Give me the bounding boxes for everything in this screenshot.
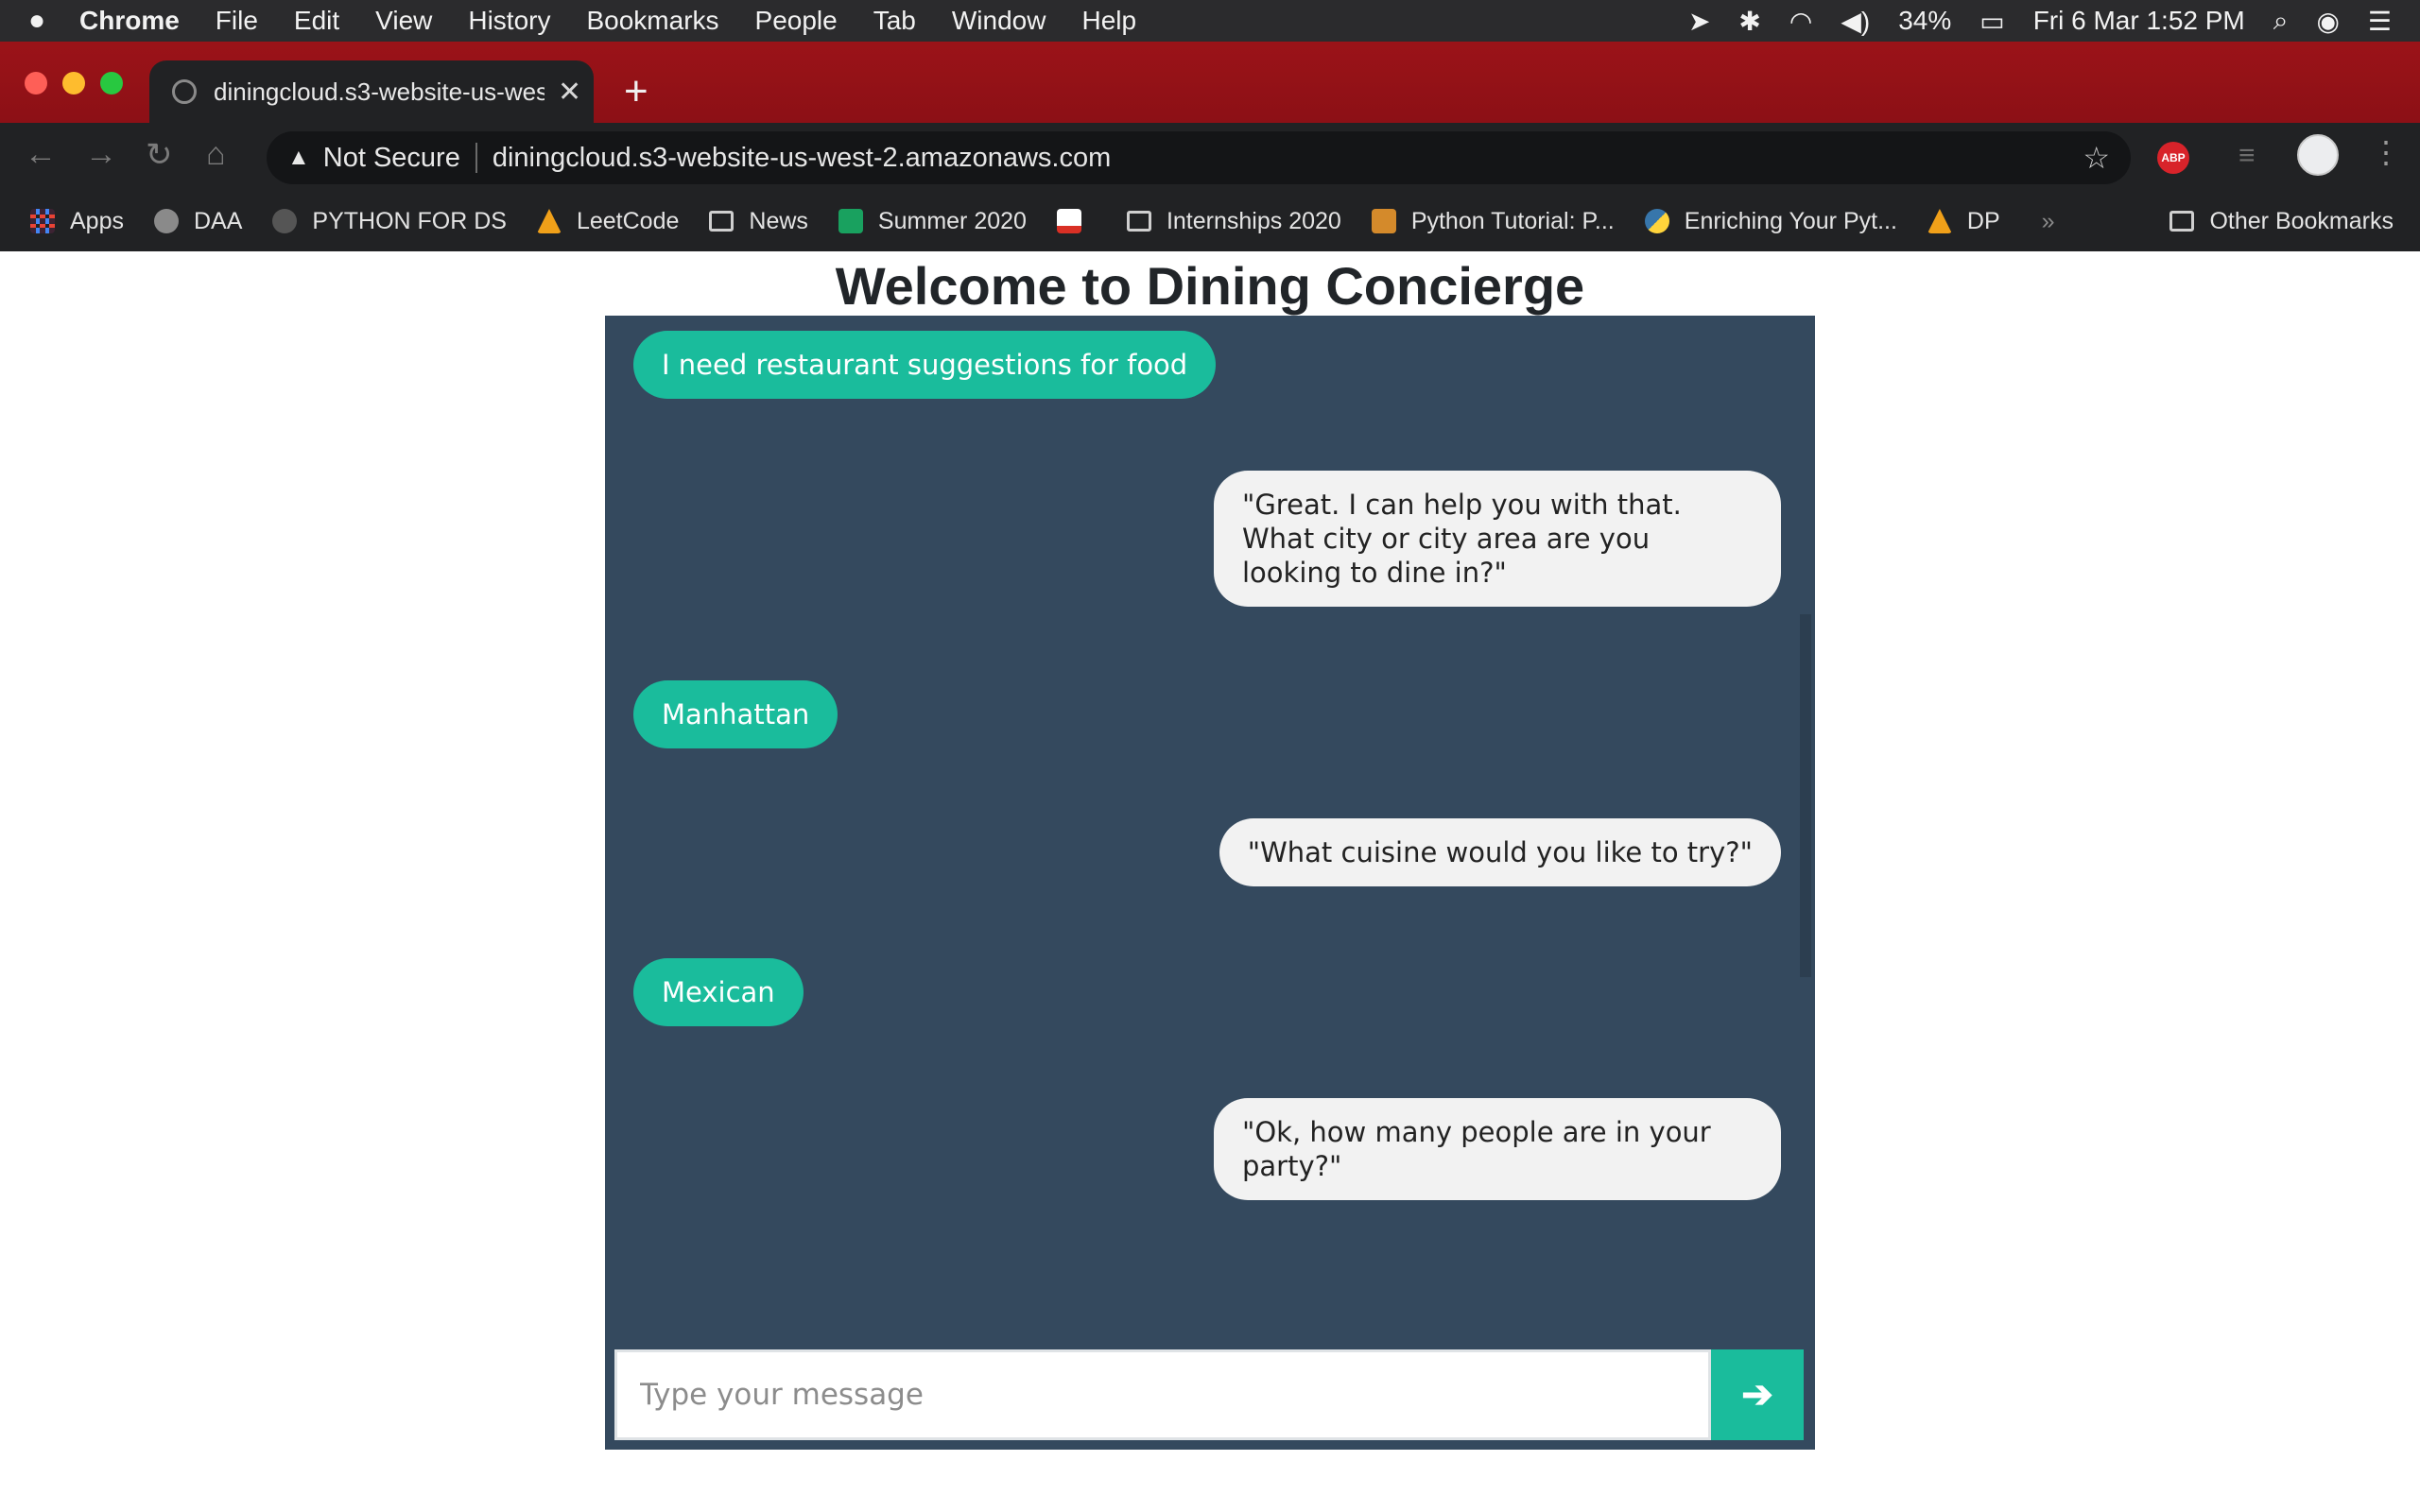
bookmark-label: DP <box>1966 207 2000 234</box>
address-bar[interactable]: ▲ Not Secure diningcloud.s3-website-us-w… <box>267 131 2131 184</box>
globe-icon <box>172 79 197 104</box>
location-icon[interactable]: ➤ <box>1688 6 1710 37</box>
browser-toolbar: ← → ↻ ⌂ ▲ Not Secure diningcloud.s3-webs… <box>0 123 2420 191</box>
notification-center-icon[interactable]: ☰ <box>2368 6 2392 37</box>
leetcode-icon <box>1927 209 1952 233</box>
globe-icon <box>153 209 179 233</box>
tutorial-site-icon <box>1371 209 1396 233</box>
leetcode-icon <box>536 209 562 233</box>
python-icon <box>1644 209 1669 233</box>
user-message: Manhattan <box>633 680 838 748</box>
bookmark-label: PYTHON FOR DS <box>312 207 507 234</box>
bookmark-gmail[interactable] <box>1056 209 1097 233</box>
message-input[interactable] <box>614 1349 1711 1440</box>
chrome-menu-icon[interactable]: ⋮ <box>2371 134 2401 170</box>
send-button[interactable]: ➔ <box>1711 1349 1804 1440</box>
tab-title: diningcloud.s3-website-us-west-2 <box>214 77 544 106</box>
folder-icon <box>709 211 735 232</box>
warning-icon[interactable]: ▲ <box>287 145 310 171</box>
chat-window: I need restaurant suggestions for food "… <box>605 316 1815 1450</box>
folder-icon <box>2169 211 2195 232</box>
bookmark-apps[interactable]: Apps <box>30 208 124 235</box>
url-text[interactable]: diningcloud.s3-website-us-west-2.amazona… <box>493 143 1111 174</box>
forward-arrow-icon[interactable]: → <box>85 136 117 173</box>
reload-icon[interactable]: ↻ <box>146 136 173 174</box>
battery-percent[interactable]: 34% <box>1898 6 1951 36</box>
address-divider <box>475 143 477 173</box>
bookmark-daa[interactable]: DAA <box>153 207 243 235</box>
bookmark-label: Internships 2020 <box>1166 207 1341 234</box>
user-message: Mexican <box>633 958 804 1026</box>
gmail-icon <box>1056 209 1081 233</box>
bookmark-news[interactable]: News <box>709 208 808 235</box>
volume-icon[interactable]: ◀) <box>1841 6 1870 37</box>
wifi-icon[interactable]: ◠ <box>1789 6 1812 37</box>
browser-tab-strip: diningcloud.s3-website-us-west-2 ✕ + <box>0 42 2420 123</box>
bookmark-label: LeetCode <box>576 207 680 234</box>
macos-menubar: ● Chrome File Edit View History Bookmark… <box>0 0 2420 42</box>
menu-app-chrome[interactable]: Chrome <box>79 6 180 36</box>
window-minimize-button[interactable] <box>62 72 85 94</box>
bookmark-star-icon[interactable]: ☆ <box>2083 140 2110 176</box>
message-composer: ➔ <box>614 1349 1804 1440</box>
window-close-button[interactable] <box>25 72 47 94</box>
bookmark-summer-2020[interactable]: Summer 2020 <box>838 208 1027 235</box>
page-title: Welcome to Dining Concierge <box>835 256 1585 316</box>
media-control-icon[interactable]: ≡ <box>2238 140 2256 172</box>
bot-message: "Ok, how many people are in your party?" <box>1214 1098 1781 1200</box>
bookmark-internships-2020[interactable]: Internships 2020 <box>1126 207 1341 235</box>
menu-history[interactable]: History <box>468 6 550 36</box>
home-icon[interactable]: ⌂ <box>206 136 226 173</box>
menu-edit[interactable]: Edit <box>294 6 339 36</box>
bookmark-label: Other Bookmarks <box>2209 207 2394 234</box>
menu-people[interactable]: People <box>755 6 838 36</box>
bookmarks-bar: Apps DAA PYTHON FOR DS LeetCode News Sum… <box>0 191 2420 251</box>
bot-message: "Great. I can help you with that. What c… <box>1214 471 1781 607</box>
bot-message: "What cuisine would you like to try?" <box>1219 818 1781 886</box>
window-zoom-button[interactable] <box>100 72 123 94</box>
bookmark-label: DAA <box>193 207 243 234</box>
bluetooth-icon[interactable]: ✱ <box>1738 6 1760 37</box>
new-tab-button[interactable]: + <box>624 68 648 115</box>
bookmark-label: Python Tutorial: P... <box>1410 207 1615 234</box>
menu-window[interactable]: Window <box>952 6 1046 36</box>
bookmark-python-tutorial[interactable]: Python Tutorial: P... <box>1371 207 1615 235</box>
bookmark-label: Apps <box>70 207 124 234</box>
bookmark-other-bookmarks[interactable]: Other Bookmarks <box>2169 208 2394 235</box>
battery-icon[interactable]: ▭ <box>1979 6 2004 37</box>
bookmark-label: Enriching Your Pyt... <box>1684 207 1897 234</box>
clock[interactable]: Fri 6 Mar 1:52 PM <box>2033 6 2245 36</box>
adblock-plus-icon[interactable]: ABP <box>2157 142 2189 174</box>
apps-grid-icon <box>30 209 55 233</box>
user-message: I need restaurant suggestions for food <box>633 331 1217 399</box>
back-arrow-icon[interactable]: ← <box>25 136 57 173</box>
bookmark-label: News <box>749 207 808 234</box>
arrow-right-icon: ➔ <box>1741 1374 1773 1416</box>
bookmark-label: Summer 2020 <box>877 207 1027 234</box>
browser-tab-active[interactable]: diningcloud.s3-website-us-west-2 ✕ <box>149 60 594 123</box>
spotlight-search-icon[interactable]: ⌕ <box>2273 6 2289 37</box>
menu-help[interactable]: Help <box>1081 6 1136 36</box>
menu-view[interactable]: View <box>375 6 432 36</box>
menu-file[interactable]: File <box>216 6 258 36</box>
bookmark-enriching-python[interactable]: Enriching Your Pyt... <box>1644 207 1897 235</box>
menubar-status-area: ➤ ✱ ◠ ◀) 34% ▭ Fri 6 Mar 1:52 PM ⌕ ◉ ☰ <box>1688 0 2392 42</box>
menu-tab[interactable]: Tab <box>873 6 916 36</box>
folder-icon <box>1126 211 1151 232</box>
apple-logo-icon[interactable]: ● <box>28 5 79 37</box>
tab-close-icon[interactable]: ✕ <box>558 76 581 109</box>
profile-avatar[interactable] <box>2297 134 2339 176</box>
github-icon <box>272 209 298 233</box>
siri-icon[interactable]: ◉ <box>2316 6 2339 37</box>
bookmark-leetcode[interactable]: LeetCode <box>536 207 680 235</box>
google-sheets-icon <box>838 209 863 233</box>
bookmark-dp[interactable]: DP <box>1927 208 2000 235</box>
security-label[interactable]: Not Secure <box>323 143 460 174</box>
menu-bookmarks[interactable]: Bookmarks <box>586 6 718 36</box>
bookmarks-overflow-chevron-icon[interactable]: » <box>2042 208 2055 235</box>
chat-scrollbar[interactable] <box>1800 614 1811 977</box>
bookmark-python-for-ds[interactable]: PYTHON FOR DS <box>272 208 507 235</box>
